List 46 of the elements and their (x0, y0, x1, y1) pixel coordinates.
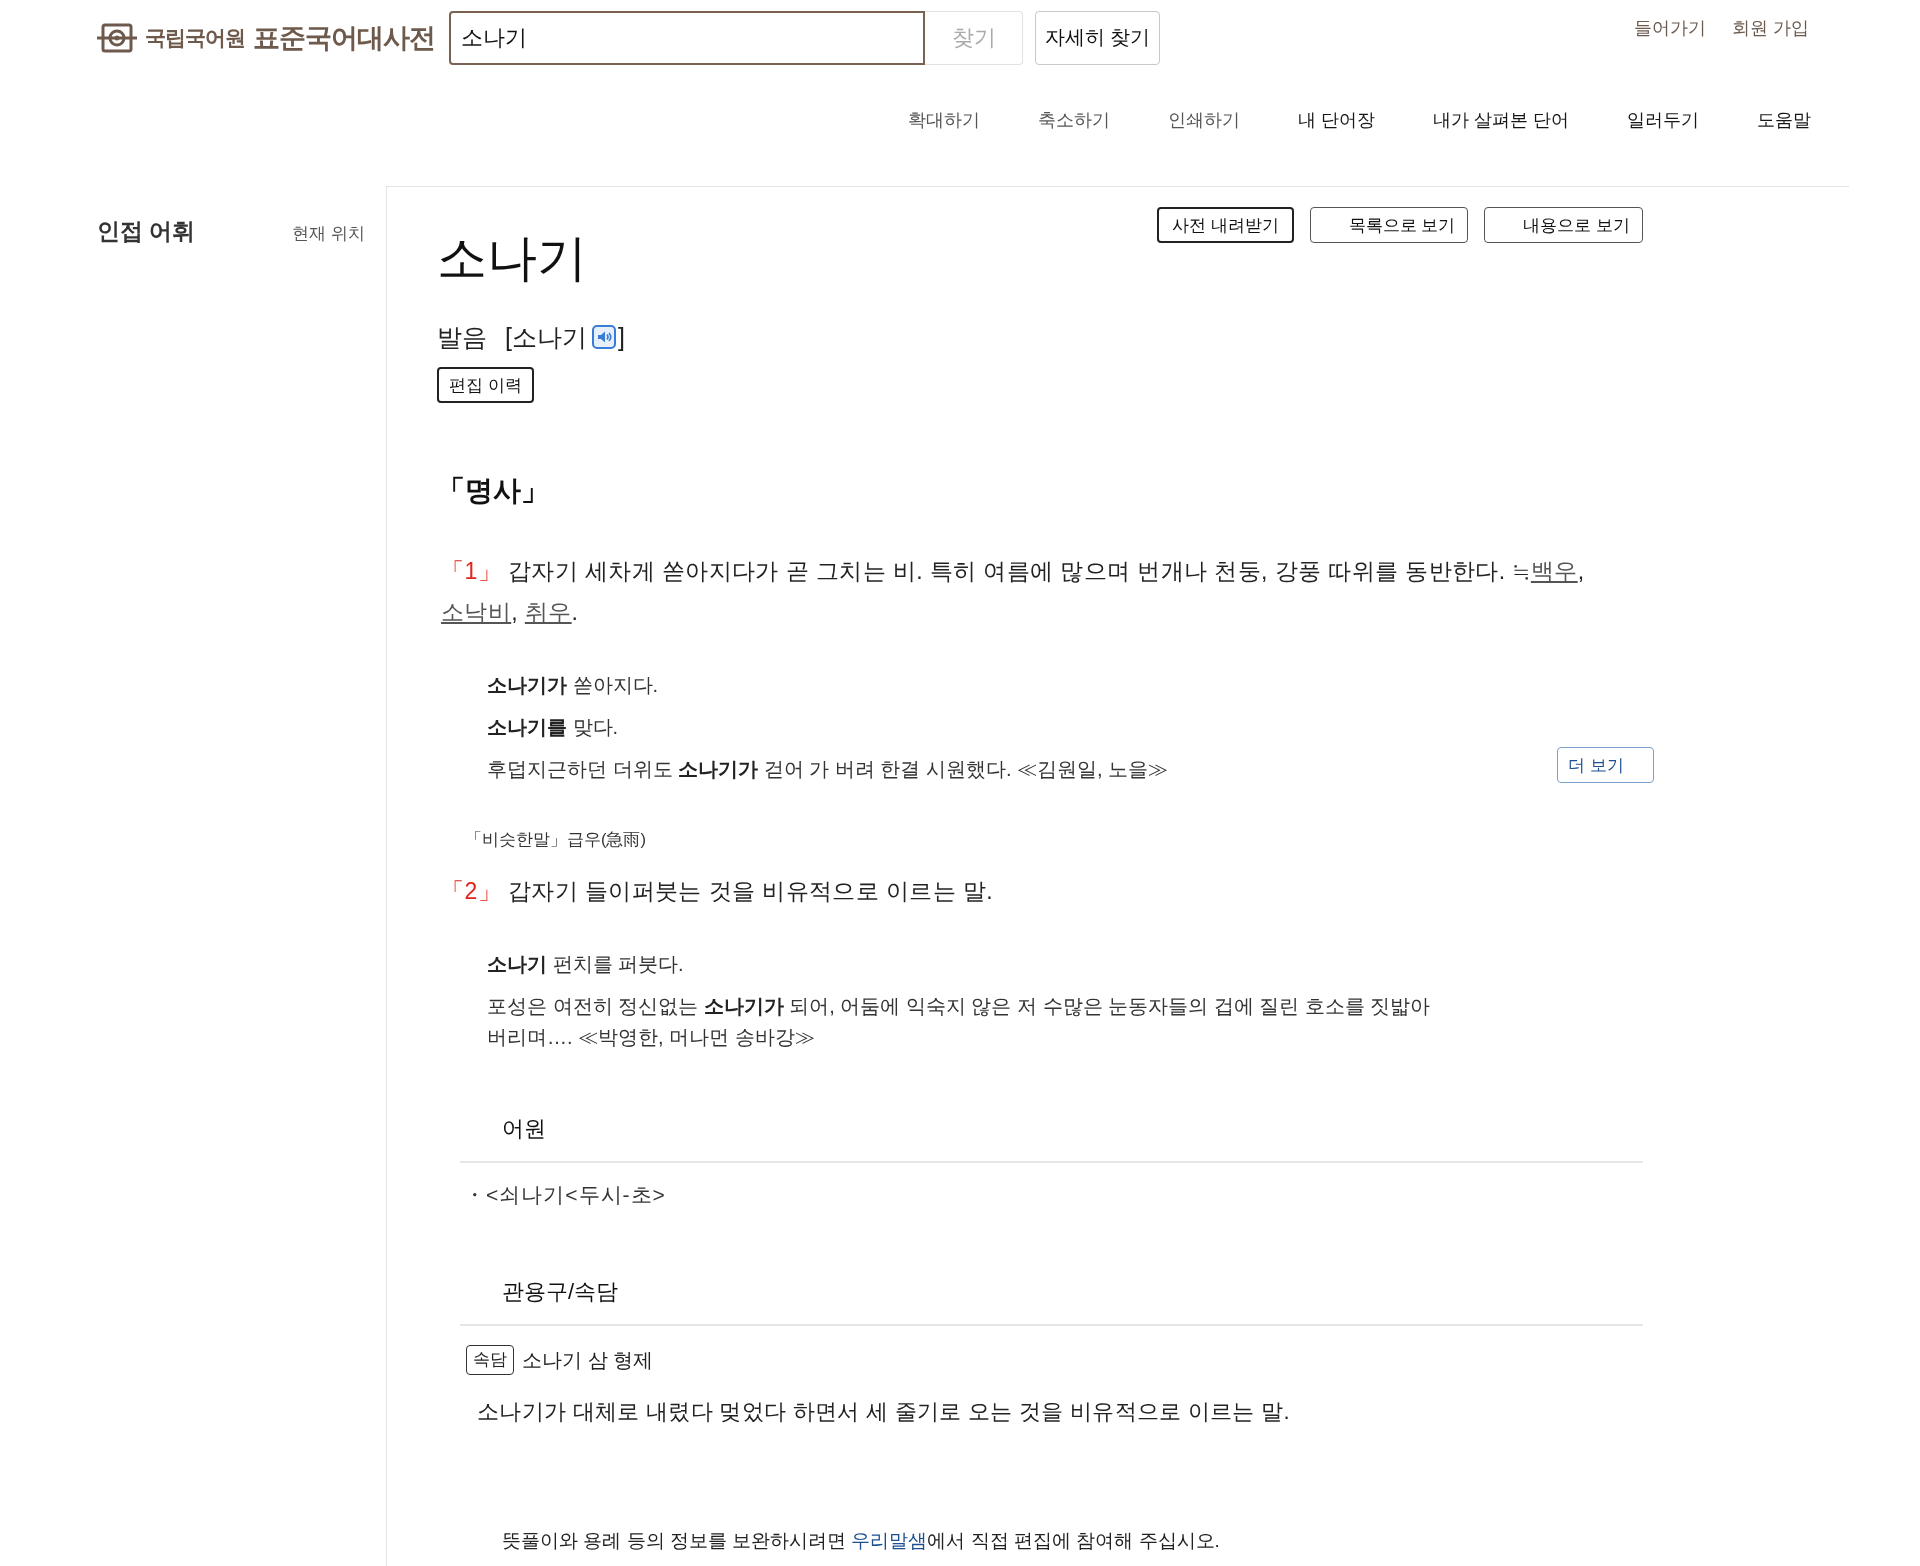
search-field[interactable]: 소나기 (449, 10, 925, 65)
more-button[interactable]: 더 보기 (1557, 747, 1654, 783)
example-sentence: 소나기를 맞다. (487, 715, 619, 740)
edit-notice: 뜻풀이와 용례 등의 정보를 보완하시려면 우리말샘에서 직접 편집에 참여해 주십시오. (502, 1529, 1220, 1553)
section-heading: 관용구/속담 (460, 1272, 1643, 1326)
toolbar-link[interactable]: 내가 살펴본 단어 (1433, 108, 1569, 132)
view-option-button[interactable]: 내용으로 보기 (1484, 207, 1643, 243)
section-heading: 어원 (460, 1109, 1643, 1163)
definition-text: 「1」 갑자기 세차게 쏟아지다가 곧 그치는 비. 특히 여름에 많으며 번개나 천둥, 강풍 따위를 동반한다. ≒백우, 소낙비, 취우. (441, 557, 1586, 627)
part-of-speech: 「명사」 (437, 474, 549, 508)
example-sentence: 후덥지근하던 더위도 소나기가 걷어 가 버려 한결 시원했다. ≪김원일, 노을≫ (487, 757, 1169, 782)
view-option-button[interactable]: 사전 내려받기 (1156, 207, 1294, 243)
toolbar-link[interactable]: 확대하기 (907, 108, 980, 132)
dictionary-link[interactable]: 우리말샘 (851, 1530, 928, 1551)
account-link[interactable]: 회원 가입 (1732, 16, 1809, 40)
toolbar-link[interactable]: 내 단어장 (1297, 108, 1375, 132)
edit-history-button[interactable]: 편집 이력 (437, 367, 534, 403)
proverb-meaning: 소나기가 대체로 내렸다 멎었다 하면서 세 줄기로 오는 것을 비유적으로 이르는 말. (477, 1398, 1290, 1426)
headword: 소나기 (437, 229, 587, 288)
synonym-text: 「비슷한말」급우(急雨) (465, 829, 646, 850)
toolbar-link[interactable]: 일러두기 (1627, 108, 1699, 132)
advanced-search-button[interactable]: 자세히 찾기 (1035, 10, 1160, 65)
example-sentence: 소나기가 쏟아지다. (487, 673, 659, 698)
toolbar-link[interactable]: 축소하기 (1037, 108, 1110, 132)
example-sentence: 소나기 펀치를 퍼붓다. (487, 952, 684, 977)
account-link[interactable]: 들어가기 (1634, 16, 1706, 40)
logo-organization: 국립국어원 (145, 24, 245, 51)
proverb-tag: 속담 (466, 1345, 514, 1375)
logo-emblem-icon (97, 21, 137, 54)
sidebar-title: 인접 어휘 (97, 217, 196, 246)
example-sentence: 포성은 여전히 정신없는 소나기가 되어, 어둠에 익숙지 않은 저 수많은 눈동자들의 겁에 질린 호소를 짓밟아 버리며…. ≪박영한, 머나먼 송바강≫ (487, 994, 1432, 1050)
logo-title: 표준국어대사전 (253, 21, 435, 55)
pronunciation-label: 발음 (437, 321, 487, 353)
current-position-label: 현재 위치 (292, 223, 365, 245)
etymology-text: ・<쇠나기<두시-초> (464, 1182, 666, 1208)
pronunciation-text: [소나기 (505, 321, 587, 353)
related-word-link[interactable]: 소낙비 (441, 599, 512, 625)
bracket-text: ] (617, 322, 625, 352)
definition-text: 「2」 갑자기 들이퍼붓는 것을 비유적으로 이르는 말. (441, 877, 994, 906)
related-word-link[interactable]: 백우 (1530, 558, 1578, 584)
proverb-phrase: 소나기 삼 형제 (522, 1347, 654, 1373)
toolbar-link[interactable]: 도움말 (1757, 108, 1811, 132)
view-option-button[interactable]: 목록으로 보기 (1309, 207, 1469, 243)
toolbar-link[interactable]: 인쇄하기 (1167, 108, 1240, 132)
speaker-icon[interactable] (591, 325, 616, 349)
related-word-link[interactable]: 취우 (524, 599, 572, 625)
